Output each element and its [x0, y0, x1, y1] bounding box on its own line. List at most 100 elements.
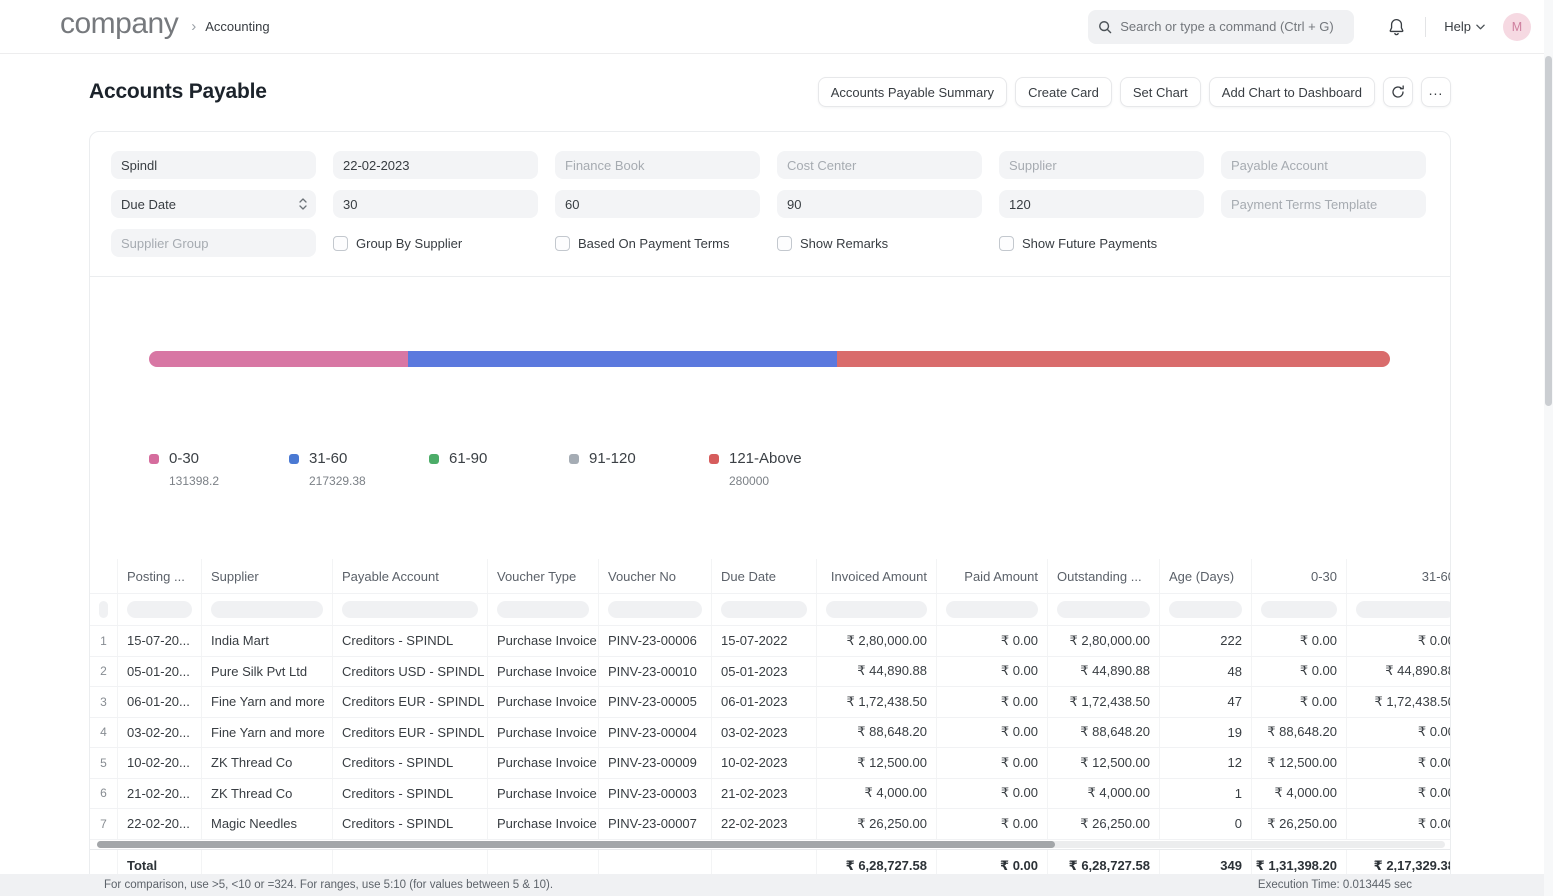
- checkbox-label: Show Future Payments: [1022, 236, 1157, 251]
- column-header[interactable]: Invoiced Amount: [817, 559, 937, 593]
- table-cell: Fine Yarn and more: [202, 687, 333, 717]
- create-card-button[interactable]: Create Card: [1015, 77, 1112, 107]
- table-cell: ZK Thread Co: [202, 779, 333, 809]
- column-filter-input[interactable]: [1356, 601, 1450, 618]
- row-index: 5: [90, 748, 118, 778]
- column-filter-input[interactable]: [342, 601, 478, 618]
- table-cell: ₹ 44,890.88: [817, 657, 937, 687]
- column-filter-input[interactable]: [826, 601, 927, 618]
- bar-segment-0-30[interactable]: [149, 351, 408, 367]
- range4-filter[interactable]: [999, 190, 1204, 218]
- set-chart-button[interactable]: Set Chart: [1120, 77, 1201, 107]
- ageing-based-on-select[interactable]: Due Date: [111, 190, 316, 218]
- supplier-filter[interactable]: [999, 151, 1204, 179]
- breadcrumb[interactable]: Accounting: [205, 19, 269, 34]
- checkbox-label: Group By Supplier: [356, 236, 462, 251]
- add-chart-to-dashboard-button[interactable]: Add Chart to Dashboard: [1209, 77, 1375, 107]
- accounts-payable-summary-button[interactable]: Accounts Payable Summary: [818, 77, 1007, 107]
- column-filter-input[interactable]: [1169, 601, 1242, 618]
- table-cell: ₹ 4,000.00: [1252, 779, 1347, 809]
- execution-time: Execution Time: 0.013445 sec: [1258, 879, 1412, 891]
- help-menu[interactable]: Help: [1444, 19, 1485, 34]
- column-filter-input[interactable]: [608, 601, 702, 618]
- vertical-scrollbar[interactable]: [1544, 0, 1553, 896]
- legend-value: 280000: [729, 474, 849, 488]
- horizontal-scrollbar-thumb[interactable]: [97, 841, 1055, 848]
- show-future-payments-checkbox[interactable]: Show Future Payments: [999, 236, 1204, 251]
- table-cell: ₹ 2,80,000.00: [817, 626, 937, 656]
- report-table: Posting ...SupplierPayable AccountVouche…: [90, 559, 1450, 882]
- column-filter-input[interactable]: [1261, 601, 1337, 618]
- column-header[interactable]: Posting ...: [118, 559, 202, 593]
- table-cell: 222: [1160, 626, 1252, 656]
- search-icon: [1098, 20, 1112, 34]
- status-bar: For comparison, use >5, <10 or =324. For…: [0, 874, 1544, 896]
- range2-filter[interactable]: [555, 190, 760, 218]
- checkbox-icon: [999, 236, 1014, 251]
- column-header[interactable]: Voucher Type: [488, 559, 599, 593]
- table-cell: ₹ 88,648.20: [1048, 718, 1160, 748]
- table-cell: 06-01-2023: [712, 687, 817, 717]
- table-cell: 21-02-20...: [118, 779, 202, 809]
- table-cell: ₹ 0.00: [1347, 809, 1450, 839]
- legend-swatch-icon: [289, 454, 299, 464]
- column-header[interactable]: Paid Amount: [937, 559, 1048, 593]
- table-cell: Purchase Invoice: [488, 657, 599, 687]
- column-header[interactable]: Payable Account: [333, 559, 488, 593]
- finance-book-filter[interactable]: [555, 151, 760, 179]
- group-by-supplier-checkbox[interactable]: Group By Supplier: [333, 236, 538, 251]
- range3-filter[interactable]: [777, 190, 982, 218]
- table-cell: Creditors USD - SPINDL: [333, 657, 488, 687]
- column-filter-input[interactable]: [99, 601, 108, 618]
- table-cell: ₹ 0.00: [1252, 687, 1347, 717]
- payment-terms-template-filter[interactable]: [1221, 190, 1426, 218]
- column-filter-input[interactable]: [211, 601, 323, 618]
- column-filter-input[interactable]: [946, 601, 1038, 618]
- column-header[interactable]: 31-60: [1347, 559, 1450, 593]
- table-cell: ₹ 0.00: [1252, 657, 1347, 687]
- more-menu-button[interactable]: ...: [1421, 77, 1451, 107]
- column-header[interactable]: Supplier: [202, 559, 333, 593]
- payable-account-filter[interactable]: [1221, 151, 1426, 179]
- legend-swatch-icon: [569, 454, 579, 464]
- table-cell: ₹ 0.00: [937, 687, 1048, 717]
- show-remarks-checkbox[interactable]: Show Remarks: [777, 236, 982, 251]
- column-filter-input[interactable]: [1057, 601, 1150, 618]
- table-cell: ₹ 88,648.20: [1252, 718, 1347, 748]
- row-index: 1: [90, 626, 118, 656]
- column-header[interactable]: Voucher No: [599, 559, 712, 593]
- cost-center-filter[interactable]: [777, 151, 982, 179]
- table-cell: Creditors - SPINDL: [333, 809, 488, 839]
- company-filter[interactable]: [111, 151, 316, 179]
- column-header[interactable]: Outstanding ...: [1048, 559, 1160, 593]
- bar-segment-121-Above[interactable]: [837, 351, 1390, 367]
- refresh-button[interactable]: [1383, 77, 1413, 107]
- checkbox-icon: [555, 236, 570, 251]
- page-title: Accounts Payable: [89, 80, 267, 104]
- column-header[interactable]: 0-30: [1252, 559, 1347, 593]
- table-cell: ₹ 4,000.00: [817, 779, 937, 809]
- report-date-filter[interactable]: [333, 151, 538, 179]
- column-header[interactable]: Age (Days): [1160, 559, 1252, 593]
- notifications-bell-icon[interactable]: [1388, 18, 1405, 36]
- table-cell: 21-02-2023: [712, 779, 817, 809]
- based-on-payment-terms-checkbox[interactable]: Based On Payment Terms: [555, 236, 760, 251]
- horizontal-scrollbar[interactable]: [97, 841, 1445, 848]
- column-filter-input[interactable]: [127, 601, 192, 618]
- table-cell: Purchase Invoice: [488, 748, 599, 778]
- column-filter-input[interactable]: [721, 601, 807, 618]
- ageing-based-on-value: Due Date: [121, 197, 176, 212]
- global-search[interactable]: [1088, 10, 1354, 44]
- column-filter-input[interactable]: [497, 601, 589, 618]
- bar-segment-31-60[interactable]: [408, 351, 837, 367]
- vertical-scrollbar-thumb[interactable]: [1545, 56, 1552, 406]
- table-row: 205-01-20...Pure Silk Pvt LtdCreditors U…: [90, 657, 1450, 688]
- column-header[interactable]: Due Date: [712, 559, 817, 593]
- search-input[interactable]: [1120, 19, 1344, 34]
- table-cell: ₹ 0.00: [1347, 748, 1450, 778]
- table-cell: ₹ 4,000.00: [1048, 779, 1160, 809]
- range1-filter[interactable]: [333, 190, 538, 218]
- avatar[interactable]: M: [1503, 13, 1531, 41]
- app-logo[interactable]: company: [60, 9, 178, 39]
- supplier-group-filter[interactable]: [111, 229, 316, 257]
